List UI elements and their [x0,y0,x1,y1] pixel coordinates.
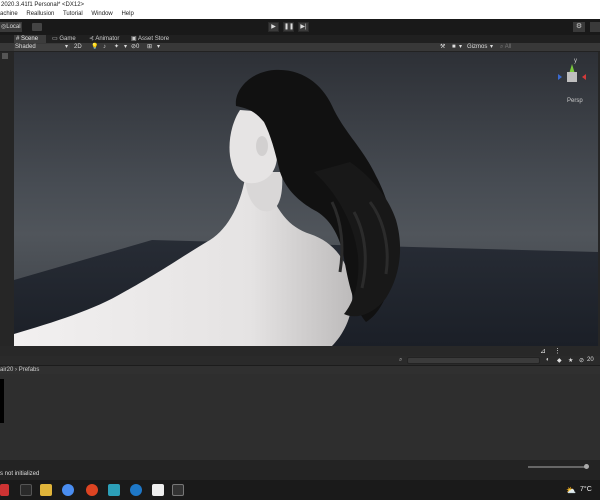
chevron-down-icon[interactable]: ▾ [124,43,127,52]
chevron-down-icon: ▾ [64,44,68,50]
projection-label[interactable]: Persp [567,98,583,104]
project-assets-area[interactable] [0,374,600,460]
gizmo-cube[interactable] [567,72,577,82]
lock-icon[interactable]: ⊿ [540,347,546,355]
hash-icon: # [16,36,20,42]
store-icon: ▣ [131,36,137,42]
character-ear [256,136,268,156]
handle-icon[interactable] [2,53,8,59]
hidden-count: 20 [587,357,594,363]
menu-icon[interactable]: ⋮ [554,347,561,355]
settings-button[interactable]: ⚙ [573,22,585,32]
gear-icon: ⚙ [575,23,583,30]
folder-icon[interactable] [40,484,52,496]
hidden-count: 0 [136,44,140,50]
project-search-input[interactable]: ⌕ [399,357,540,364]
status-message: s not initialized [0,471,40,477]
c-app-icon[interactable] [130,484,142,496]
step-button[interactable]: ▶| [298,22,309,32]
menu-item-tutorial[interactable]: Tutorial [63,11,83,17]
tab-scene-label: Scene [21,36,39,42]
status-bar: s not initialized [0,460,600,480]
tools-icon[interactable]: ⚒ [440,43,445,52]
chevron-down-icon[interactable]: ▾ [459,43,462,52]
tab-scene[interactable]: # Scene [14,35,46,43]
breadcrumb-root[interactable]: air20 [0,367,13,373]
filter-label-icon[interactable]: ◆ [557,357,562,364]
main-toolbar: ◎Local ▶ ❚❚ ▶| ⚙ [0,19,600,35]
unity-hub-icon[interactable] [152,484,164,496]
scene-search-placeholder: All [504,44,512,50]
gizmos-dropdown[interactable]: Gizmos [467,43,487,52]
pivot-local-button[interactable]: ◎Local [0,22,22,32]
tab-game[interactable]: ▭ Game [50,35,80,43]
unity-editor-icon[interactable] [172,484,184,496]
search-icon: ⌕ [399,357,403,363]
project-panel-header: ⊿ ⋮ [0,346,600,356]
tab-game-label: Game [59,36,76,42]
scene-viewport[interactable]: y Persp [14,52,598,346]
view-tab-strip: # Scene ▭ Game ⊰ Animator ▣ Asset Store [0,35,600,43]
project-toolbar: ⌕ ◐ ◆ ★ ⊘ 20 [0,356,600,366]
menu-item-machine[interactable]: achine [0,11,18,17]
lightbulb-icon[interactable]: 💡 [91,43,98,52]
camera-icon[interactable]: ■ [452,43,456,52]
os-taskbar: ⛅ 7°C [0,480,600,500]
tab-asset-store[interactable]: ▣ Asset Store [129,35,173,43]
breadcrumb-separator: › [15,367,18,373]
2d-toggle[interactable]: 2D [74,43,82,52]
audio-icon[interactable]: ♪ [103,43,106,52]
opera-icon[interactable] [86,484,98,496]
local-label: Local [6,24,21,30]
breadcrumb: air20 › Prefabs [0,366,600,374]
temperature: 7°C [580,486,592,493]
animator-icon: ⊰ [89,36,95,42]
slider-handle[interactable] [584,464,589,469]
layers-icon[interactable] [32,23,42,31]
scene-search-field[interactable]: ⌕ All [500,43,511,52]
play-button[interactable]: ▶ [268,22,279,32]
filter-type-icon[interactable]: ◐ [546,357,550,363]
breadcrumb-current[interactable]: Prefabs [19,367,40,373]
chevron-down-icon[interactable]: ▾ [490,43,493,52]
tab-animator-label: Animator [95,36,120,42]
left-panel-strip [0,52,14,346]
hidden-packages-icon[interactable]: ⊘ [579,357,584,364]
step-icon: ▶| [300,24,307,30]
scene-toolbar: Shaded ▾ 2D 💡 ♪ ✦ ▾ ⊘0 ⊞ ▾ ⚒ ■ ▾ Gizmos … [0,43,600,52]
thumbnail-size-slider[interactable] [528,466,588,468]
account-button[interactable] [590,22,600,32]
pause-icon: ❚❚ [284,24,295,30]
tab-animator[interactable]: ⊰ Animator [87,35,125,43]
window-title: 2020.3.41f1 Personal* <DX12> [1,2,85,8]
chevron-down-icon[interactable]: ▾ [157,43,160,52]
menu-item-window[interactable]: Window [91,11,112,17]
grid-icon[interactable]: ⊞ [147,43,152,52]
shading-mode-dropdown[interactable]: Shaded ▾ [14,44,70,51]
hidden-objects-toggle[interactable]: ⊘0 [131,43,139,52]
star-icon[interactable]: ★ [568,357,573,364]
menu-item-help[interactable]: Help [121,11,133,17]
monitor-icon: ▭ [52,36,58,42]
chrome-icon[interactable] [62,484,74,496]
pause-button[interactable]: ❚❚ [283,22,294,32]
scene-render: y Persp [14,52,598,346]
weather-icon[interactable]: ⛅ [566,486,576,495]
task-view-icon[interactable] [20,484,32,496]
effects-icon[interactable]: ✦ [114,43,119,52]
start-icon[interactable] [0,484,9,496]
menu-bar: achine Reallusion Tutorial Window Help [0,10,600,19]
search-icon: ⌕ [500,44,504,50]
shading-mode-value: Shaded [15,44,36,50]
play-icon: ▶ [271,24,276,30]
gizmo-y-label: y [574,58,577,64]
tab-asset-store-label: Asset Store [138,36,170,42]
window-title-bar: 2020.3.41f1 Personal* <DX12> [0,0,600,10]
asset-thumbnail[interactable] [0,379,4,423]
menu-item-reallusion[interactable]: Reallusion [26,11,54,17]
app-icon[interactable] [108,484,120,496]
